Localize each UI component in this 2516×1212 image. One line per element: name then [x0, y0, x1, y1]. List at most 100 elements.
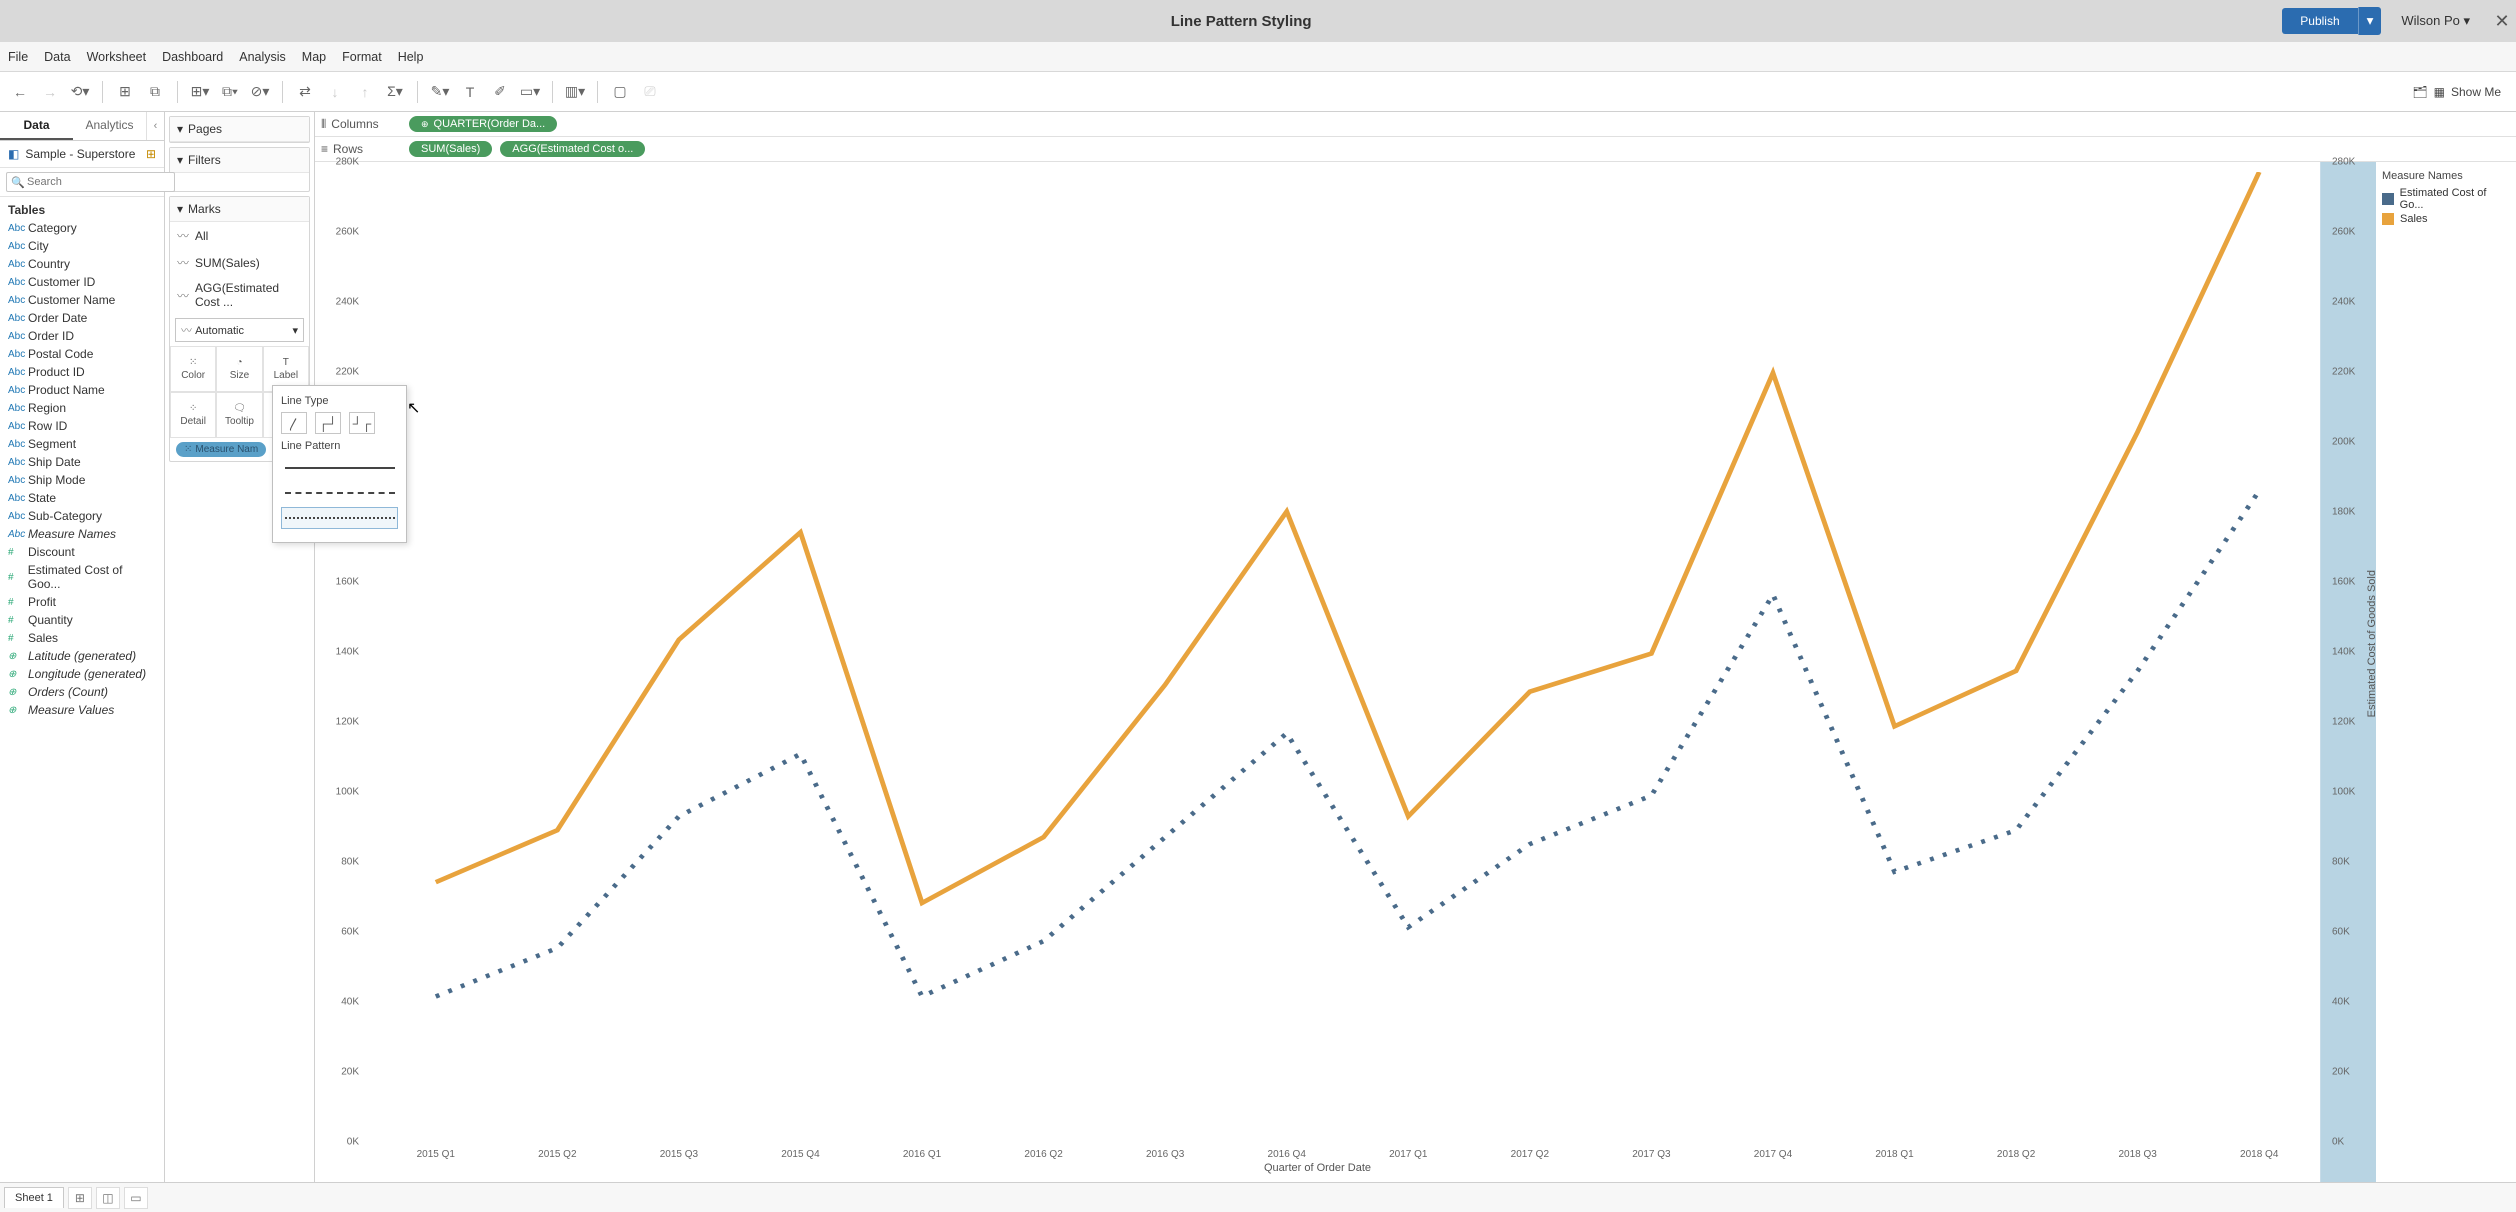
marks-tooltip-button[interactable]: 🗨Tooltip [216, 392, 262, 438]
field-item[interactable]: AbcPostal Code [0, 345, 164, 363]
new-worksheet-icon[interactable]: ⊞ [68, 1187, 92, 1209]
search-input[interactable] [6, 172, 175, 192]
field-item[interactable]: #Profit [0, 593, 164, 611]
menu-data[interactable]: Data [44, 50, 70, 64]
field-item[interactable]: AbcShip Date [0, 453, 164, 471]
line-type-linear[interactable]: 〳 [281, 412, 307, 434]
field-item[interactable]: ⊕Longitude (generated) [0, 665, 164, 683]
sort-desc-icon[interactable]: ↑ [353, 80, 377, 104]
line-pattern-dotted[interactable] [281, 507, 398, 529]
format-icon[interactable]: ✐ [488, 80, 512, 104]
field-item[interactable]: ⊕Latitude (generated) [0, 647, 164, 665]
swap-icon[interactable]: ⇄ [293, 80, 317, 104]
label-icon[interactable]: T [458, 80, 482, 104]
marks-size-button[interactable]: ◔Size [216, 346, 262, 392]
field-item[interactable]: AbcCustomer Name [0, 291, 164, 309]
field-item[interactable]: AbcCustomer ID [0, 273, 164, 291]
menu-worksheet[interactable]: Worksheet [87, 50, 147, 64]
highlight-icon[interactable]: ✎▾ [428, 80, 452, 104]
field-item[interactable]: AbcSegment [0, 435, 164, 453]
field-item[interactable]: #Estimated Cost of Goo... [0, 561, 164, 593]
field-type-icon: ⊕ [8, 651, 22, 662]
tab-analytics[interactable]: Analytics [73, 112, 146, 140]
line-pattern-label: Line Pattern [281, 440, 398, 452]
field-item[interactable]: ⊕Measure Values [0, 701, 164, 719]
collapse-pane-icon[interactable]: ‹ [146, 112, 164, 140]
menu-format[interactable]: Format [342, 50, 382, 64]
columns-pill-quarter[interactable]: ⊕QUARTER(Order Da... [409, 116, 557, 132]
new-sheet-icon[interactable]: ⊞▾ [188, 80, 212, 104]
field-item[interactable]: AbcOrder ID [0, 327, 164, 345]
share-icon[interactable]: ⎚ [638, 80, 662, 104]
menu-help[interactable]: Help [398, 50, 424, 64]
field-item[interactable]: AbcSub-Category [0, 507, 164, 525]
pause-updates-icon[interactable]: ⧉ [143, 80, 167, 104]
field-item[interactable]: AbcRegion [0, 399, 164, 417]
menu-analysis[interactable]: Analysis [239, 50, 286, 64]
field-item[interactable]: ⊕Orders (Count) [0, 683, 164, 701]
save-icon[interactable]: ⟲▾ [68, 80, 92, 104]
sheet-tab-1[interactable]: Sheet 1 [4, 1187, 64, 1208]
publish-dropdown[interactable]: ▾ [2358, 7, 2382, 35]
line-type-jump[interactable]: ┘┌ [349, 412, 375, 434]
field-item[interactable]: AbcCity [0, 237, 164, 255]
duplicate-icon[interactable]: ⧉▾ [218, 80, 242, 104]
datasource-view-icon[interactable]: ⊞ [146, 147, 156, 161]
marks-agg-cost[interactable]: 〰AGG(Estimated Cost ... [170, 276, 309, 314]
close-icon[interactable]: ✕ [2488, 11, 2516, 32]
show-me-button[interactable]: 🗂 ▦ Show Me [2405, 82, 2508, 102]
new-dashboard-icon[interactable]: ◫ [96, 1187, 120, 1209]
line-type-step[interactable]: ┌┘ [315, 412, 341, 434]
marks-all[interactable]: 〰All [170, 222, 309, 249]
field-item[interactable]: AbcShip Mode [0, 471, 164, 489]
field-item[interactable]: AbcState [0, 489, 164, 507]
field-item[interactable]: AbcOrder Date [0, 309, 164, 327]
marks-pill-measure-names[interactable]: ⁙ Measure Nam [176, 442, 266, 457]
user-menu[interactable]: Wilson Po ▾ [2401, 13, 2470, 29]
field-item[interactable]: AbcCountry [0, 255, 164, 273]
new-story-icon[interactable]: ▭ [124, 1187, 148, 1209]
rows-pill-sales[interactable]: SUM(Sales) [409, 141, 492, 157]
line-pattern-solid[interactable] [281, 457, 398, 479]
field-item[interactable]: AbcMeasure Names [0, 525, 164, 543]
field-item[interactable]: AbcProduct ID [0, 363, 164, 381]
chart-canvas[interactable]: 0K20K40K60K80K100K120K140K160K180K200K22… [315, 162, 2320, 1182]
rows-pill-cost[interactable]: AGG(Estimated Cost o... [500, 141, 645, 157]
mark-type-select[interactable]: 〰 Automatic▾ [175, 318, 304, 342]
color-legend[interactable]: Measure Names Estimated Cost of Go... Sa… [2376, 162, 2516, 1182]
legend-item-cost[interactable]: Estimated Cost of Go... [2382, 186, 2510, 212]
sort-asc-icon[interactable]: ↓ [323, 80, 347, 104]
field-type-icon: Abc [8, 313, 22, 324]
marks-color-button[interactable]: ⁙Color [170, 346, 216, 392]
field-item[interactable]: AbcCategory [0, 219, 164, 237]
totals-icon[interactable]: Σ▾ [383, 80, 407, 104]
line-pattern-dashed[interactable] [281, 482, 398, 504]
datasource-item[interactable]: ◧ Sample - Superstore ⊞ [0, 141, 164, 167]
pages-shelf[interactable]: ▾Pages [170, 117, 309, 142]
menu-file[interactable]: File [8, 50, 28, 64]
new-datasource-icon[interactable]: ⊞ [113, 80, 137, 104]
rows-shelf[interactable]: ≡Rows SUM(Sales) AGG(Estimated Cost o... [315, 137, 2516, 162]
fit-icon[interactable]: ▭▾ [518, 80, 542, 104]
chart-type-icon[interactable]: ▥▾ [563, 80, 587, 104]
marks-sum-sales[interactable]: 〰SUM(Sales) [170, 249, 309, 276]
publish-button[interactable]: Publish [2282, 8, 2357, 34]
presentation-icon[interactable]: ▢ [608, 80, 632, 104]
tab-data[interactable]: Data [0, 112, 73, 140]
filters-shelf[interactable]: ▾Filters [170, 148, 309, 173]
y-axis-right-band[interactable]: 0K20K40K60K80K100K120K140K160K180K200K22… [2320, 162, 2376, 1182]
marks-detail-button[interactable]: ⁘Detail [170, 392, 216, 438]
columns-shelf[interactable]: ⦀Columns ⊕QUARTER(Order Da... [315, 112, 2516, 137]
clear-icon[interactable]: ⊘▾ [248, 80, 272, 104]
legend-item-sales[interactable]: Sales [2382, 212, 2510, 226]
field-item[interactable]: #Discount [0, 543, 164, 561]
field-item[interactable]: AbcProduct Name [0, 381, 164, 399]
menu-dashboard[interactable]: Dashboard [162, 50, 223, 64]
undo-icon[interactable]: ← [8, 80, 32, 104]
redo-icon[interactable]: → [38, 80, 62, 104]
field-type-icon: Abc [8, 529, 22, 540]
field-item[interactable]: AbcRow ID [0, 417, 164, 435]
field-item[interactable]: #Quantity [0, 611, 164, 629]
field-item[interactable]: #Sales [0, 629, 164, 647]
menu-map[interactable]: Map [302, 50, 326, 64]
